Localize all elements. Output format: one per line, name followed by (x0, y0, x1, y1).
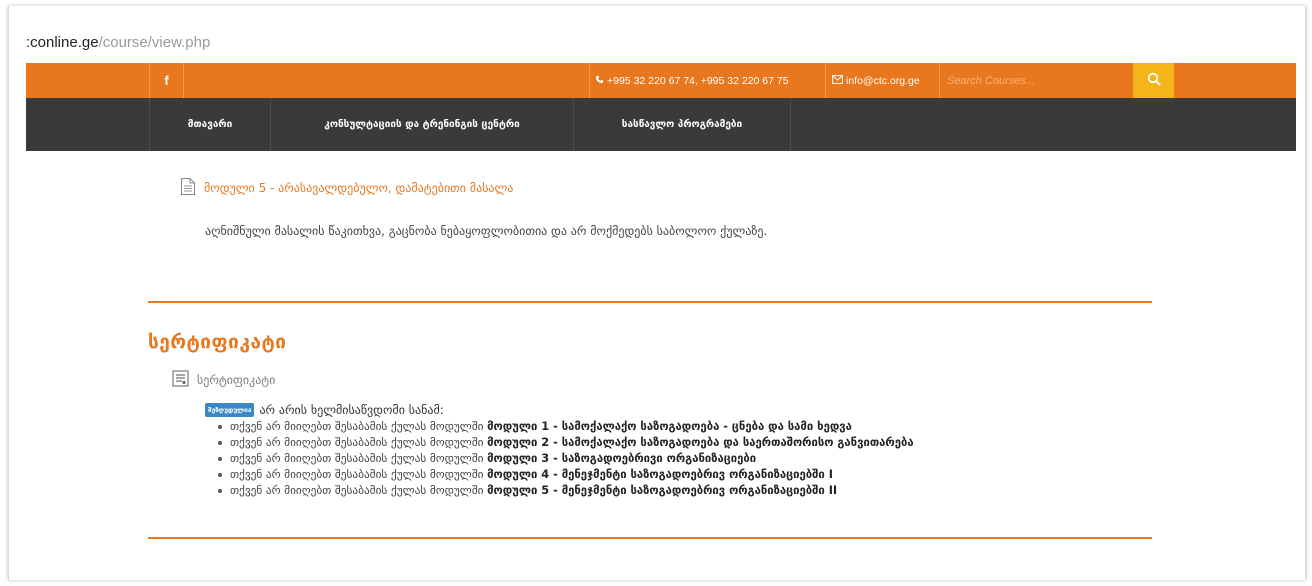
file-icon (180, 177, 196, 200)
restriction-notice: შეზღუდულია არ არის ხელმისაწვდომი სანამ: (205, 403, 444, 417)
certificate-icon (172, 369, 189, 391)
section-divider-bottom (148, 537, 1152, 539)
address-bar[interactable]: :conline.ge/course/view.php (26, 33, 210, 53)
envelope-icon (832, 74, 843, 87)
restricted-badge: შეზღუდულია (205, 403, 255, 417)
list-item: თქვენ არ მიიღებთ შესაბამის ქულას მოდულში… (216, 451, 914, 467)
certificate-link-label: სერტიფიკატი (197, 373, 276, 387)
phone-numbers: +995 32 220 67 74, +995 32 220 67 75 (607, 74, 789, 87)
module-description: აღნიშნული მასალის წაკითხვა, გაცნობა ნება… (205, 224, 768, 238)
nav-item-programs[interactable]: სასწავლო პროგრამები (574, 98, 791, 151)
certificate-link[interactable]: სერტიფიკატი (172, 369, 275, 391)
list-item: თქვენ არ მიიღებთ შესაბამის ქულას მოდულში… (216, 467, 914, 483)
nav-item-center[interactable]: კონსულტაციის და ტრენინგის ცენტრი (271, 98, 574, 151)
phone-contact: +995 32 220 67 74, +995 32 220 67 75 (589, 63, 826, 98)
email-address: info@ctc.org.ge (846, 74, 920, 87)
url-domain: :conline.ge (26, 34, 99, 51)
module-5-link[interactable]: მოდული 5 - არასავალდებულო, დამატებითი მა… (180, 177, 513, 199)
email-contact[interactable]: info@ctc.org.ge (826, 63, 940, 98)
section-divider-top (148, 301, 1152, 303)
list-item: თქვენ არ მიიღებთ შესაბამის ქულას მოდულში… (216, 483, 914, 499)
nav-item-home[interactable]: მთავარი (149, 98, 271, 151)
url-path: /course/view.php (98, 34, 211, 51)
search-button[interactable] (1133, 63, 1174, 98)
list-item: თქვენ არ მიიღებთ შესაბამის ქულას მოდულში… (216, 435, 914, 451)
search-input[interactable] (940, 63, 1133, 98)
facebook-icon[interactable]: f (149, 63, 184, 98)
module-link-label: მოდული 5 - არასავალდებულო, დამატებითი მა… (204, 181, 514, 195)
search-icon (1147, 71, 1161, 90)
phone-icon (595, 75, 604, 87)
restriction-text: არ არის ხელმისაწვდომი სანამ: (259, 403, 444, 417)
top-bar: f +995 32 220 67 74, +995 32 220 67 75 i… (26, 63, 1296, 98)
section-title: სერტიფიკატი (148, 331, 287, 353)
main-navigation: მთავარი კონსულტაციის და ტრენინგის ცენტრი… (26, 98, 1296, 151)
list-item: თქვენ არ მიიღებთ შესაბამის ქულას მოდულში… (216, 419, 914, 435)
requirements-list: თქვენ არ მიიღებთ შესაბამის ქულას მოდულში… (216, 419, 914, 499)
